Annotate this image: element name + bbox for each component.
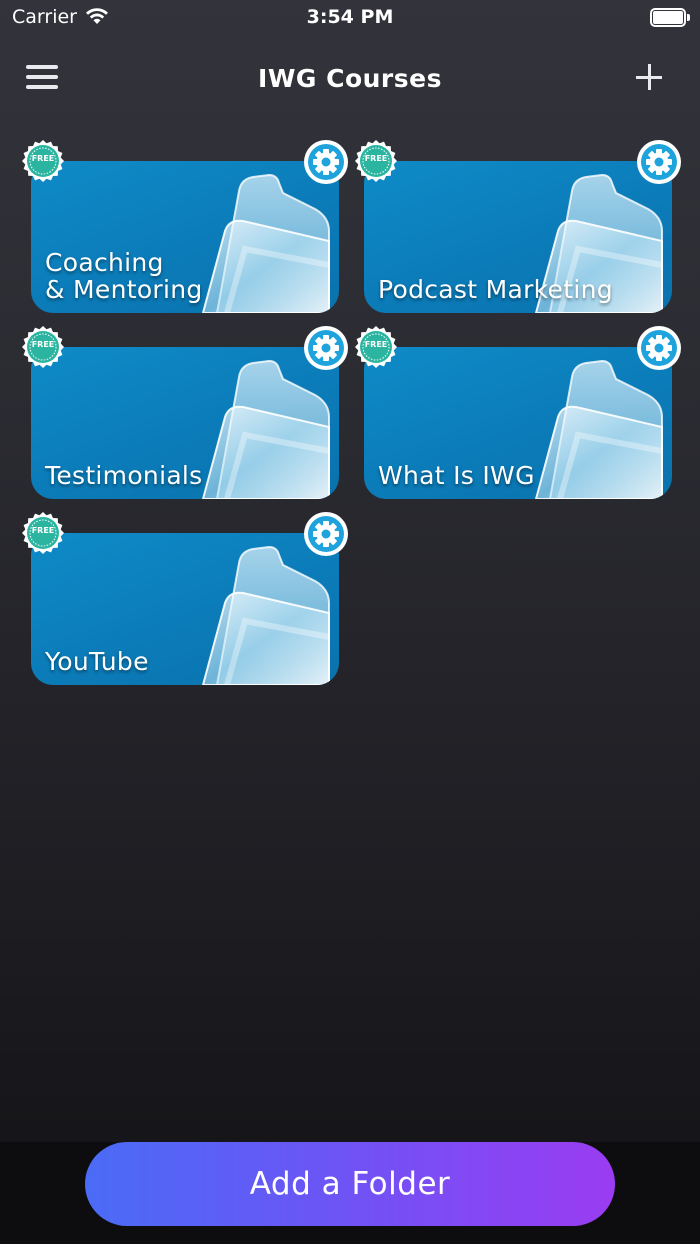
free-badge-text: FREE xyxy=(31,340,55,349)
free-badge-text: FREE xyxy=(31,526,55,535)
folder-title: What Is IWG xyxy=(378,461,535,490)
folder-title: YouTube xyxy=(45,647,149,676)
free-badge-text: FREE xyxy=(31,154,55,163)
folder-title: Testimonials xyxy=(45,461,203,490)
folder-title: Coaching & Mentoring xyxy=(45,248,203,304)
plus-icon[interactable] xyxy=(636,64,662,90)
folder-icon xyxy=(534,359,663,499)
folder-card[interactable]: Podcast Marketing xyxy=(364,161,672,313)
free-badge-text: FREE xyxy=(364,154,388,163)
folder-card[interactable]: What Is IWG xyxy=(364,347,672,499)
folder-icon xyxy=(201,545,330,685)
folder-title: Podcast Marketing xyxy=(378,275,613,304)
free-badge-icon: FREE xyxy=(355,326,397,368)
settings-gear-icon[interactable] xyxy=(304,326,348,370)
add-folder-button[interactable]: Add a Folder xyxy=(85,1142,615,1226)
battery-icon xyxy=(650,8,690,27)
settings-gear-icon[interactable] xyxy=(304,512,348,556)
free-badge-icon: FREE xyxy=(22,326,64,368)
settings-gear-icon[interactable] xyxy=(637,326,681,370)
settings-gear-icon[interactable] xyxy=(637,140,681,184)
folder-card[interactable]: YouTube xyxy=(31,533,339,685)
folder-card[interactable]: Testimonials xyxy=(31,347,339,499)
clock: 3:54 PM xyxy=(306,6,394,28)
free-badge-icon: FREE xyxy=(22,512,64,554)
folder-icon xyxy=(201,359,330,499)
folder-card[interactable]: Coaching & Mentoring xyxy=(31,161,339,313)
navigation-bar: IWG Courses xyxy=(0,48,700,108)
page-title: IWG Courses xyxy=(258,64,442,93)
status-bar: Carrier 3:54 PM xyxy=(0,0,700,38)
folder-icon xyxy=(201,173,330,313)
free-badge-text: FREE xyxy=(364,340,388,349)
free-badge-icon: FREE xyxy=(355,140,397,182)
free-badge-icon: FREE xyxy=(22,140,64,182)
settings-gear-icon[interactable] xyxy=(304,140,348,184)
